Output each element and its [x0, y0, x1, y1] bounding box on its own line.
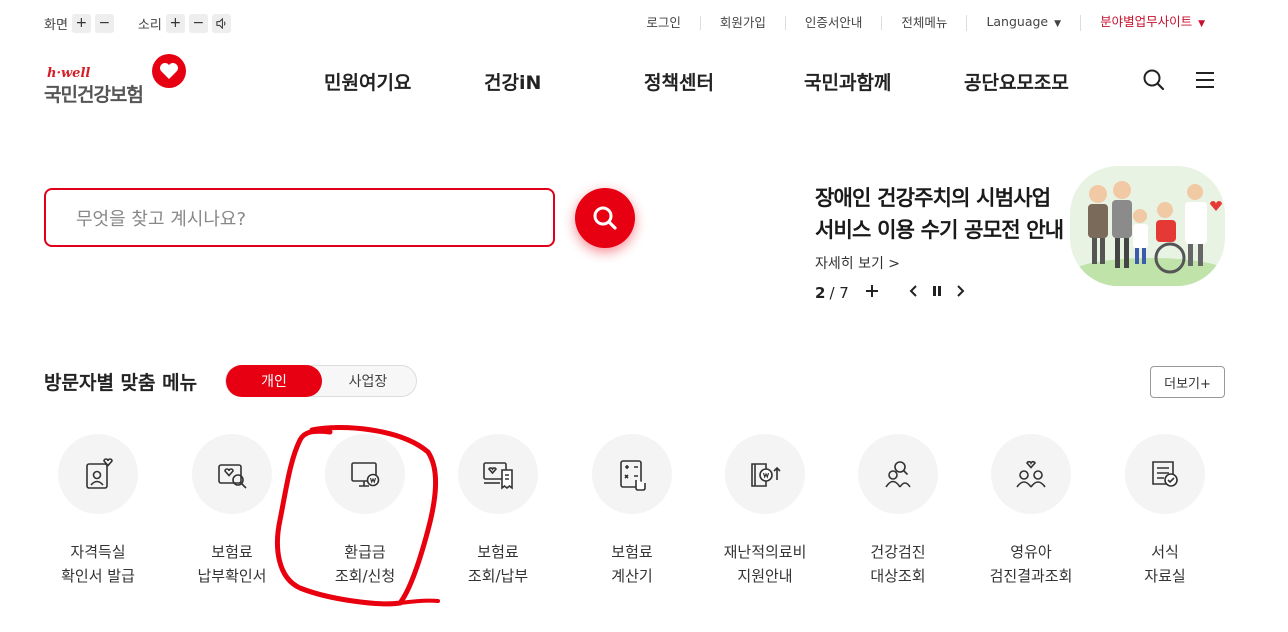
item-label-2: 지원안내: [737, 567, 793, 585]
certificate-icon: [58, 434, 138, 514]
search-button[interactable]: [575, 188, 635, 248]
payment-search-icon: [192, 434, 272, 514]
sound-up-button[interactable]: +: [165, 13, 185, 33]
banner-title-line2: 서비스 이용 수기 공모전 안내: [815, 218, 1064, 242]
sound-label: 소리: [137, 17, 162, 33]
quick-menu-item-catastrophic-medical[interactable]: 재난적의료비지원안내: [705, 434, 825, 588]
plus-icon[interactable]: [865, 284, 879, 302]
quick-menu-item-calculator[interactable]: 보험료계산기: [572, 434, 692, 588]
item-label-1: 환급금: [344, 543, 386, 561]
item-label-2: 대상조회: [870, 567, 926, 585]
screen-label: 화면: [44, 17, 68, 33]
visitor-type-toggle: 개인 사업장: [225, 365, 417, 397]
partner-site-label: 분야별업무사이트: [1100, 14, 1193, 29]
premium-receipt-icon: [458, 434, 538, 514]
main-nav: 민원여기요 건강iN 정책센터 국민과함께 공단요모조모: [0, 68, 1288, 94]
banner-pager: 2 / 7: [815, 284, 965, 302]
signup-link[interactable]: 회원가입: [699, 16, 785, 30]
login-link[interactable]: 로그인: [627, 16, 700, 30]
item-label-1: 보험료: [211, 543, 253, 561]
caret-down-icon: ▼: [1054, 19, 1062, 29]
caret-down-icon: ▼: [1198, 19, 1205, 29]
partner-site-select[interactable]: 분야별업무사이트 ▼: [1080, 15, 1224, 31]
banner-illustration: [1070, 166, 1225, 286]
item-label-1: 건강검진: [870, 543, 926, 561]
tab-business[interactable]: 사업장: [320, 366, 416, 396]
pause-icon[interactable]: [931, 284, 943, 302]
item-label-2: 조회/신청: [334, 567, 396, 585]
banner-page-total: / 7: [829, 284, 849, 302]
medical-support-icon: [725, 434, 805, 514]
banner-title-line1: 장애인 건강주치의 시범사업: [815, 186, 1051, 210]
certificate-guide-link[interactable]: 인증서안내: [784, 16, 882, 30]
accessibility-controls: 화면 + − 소리 + −: [44, 13, 249, 33]
infant-checkup-icon: [991, 434, 1071, 514]
screen-zoom-group: 화면 + −: [44, 13, 114, 33]
checkup-people-icon: [858, 434, 938, 514]
chevron-right-icon[interactable]: [955, 284, 965, 302]
search-icon[interactable]: [1142, 68, 1166, 92]
visitor-menu-title: 방문자별 맞춤 메뉴: [44, 372, 198, 394]
hamburger-menu-icon[interactable]: [1194, 68, 1218, 92]
all-menu-link[interactable]: 전체메뉴: [881, 16, 966, 30]
item-label-2: 조회/납부: [467, 567, 529, 585]
item-label-1: 서식: [1151, 543, 1179, 561]
item-label-1: 보험료: [477, 543, 519, 561]
nav-item-health[interactable]: 건강iN: [484, 68, 541, 95]
search-input[interactable]: 무엇을 찾고 계시나요?: [44, 188, 555, 247]
sound-group: 소리 + −: [137, 13, 231, 33]
forms-icon: [1125, 434, 1205, 514]
quick-menu-item-infant-checkup[interactable]: 영유아검진결과조회: [971, 434, 1091, 588]
screen-zoom-out-button[interactable]: −: [94, 13, 114, 33]
nav-item-about[interactable]: 공단요모조모: [964, 68, 1069, 95]
sound-down-button[interactable]: −: [188, 13, 208, 33]
calculator-icon: [592, 434, 672, 514]
item-label-2: 검진결과조회: [989, 567, 1073, 585]
item-label-2: 계산기: [611, 567, 653, 585]
language-label: Language: [986, 14, 1049, 29]
tab-personal[interactable]: 개인: [226, 365, 322, 397]
quick-menu-item-forms[interactable]: 서식자료실: [1105, 434, 1225, 588]
item-label-1: 자격득실: [70, 543, 126, 561]
item-label-1: 보험료: [611, 543, 653, 561]
more-button[interactable]: 더보기+: [1150, 366, 1225, 398]
quick-menu-item-refund[interactable]: 환급금조회/신청: [305, 434, 425, 588]
search-icon: [593, 206, 617, 230]
banner-page-current: 2: [815, 284, 826, 302]
screen-zoom-in-button[interactable]: +: [71, 13, 91, 33]
utility-links: 로그인 회원가입 인증서안내 전체메뉴 Language ▼ 분야별업무사이트 ▼: [627, 15, 1224, 31]
language-select[interactable]: Language ▼: [966, 15, 1080, 31]
nav-item-policy[interactable]: 정책센터: [644, 68, 714, 95]
speaker-icon[interactable]: [211, 13, 231, 33]
search-placeholder: 무엇을 찾고 계시나요?: [76, 208, 247, 230]
item-label-2: 확인서 발급: [61, 567, 135, 585]
item-label-2: 자료실: [1144, 567, 1186, 585]
quick-menu-item-premium-pay[interactable]: 보험료조회/납부: [438, 434, 558, 588]
item-label-1: 재난적의료비: [723, 543, 807, 561]
quick-menu-item-payment-confirm[interactable]: 보험료납부확인서: [172, 434, 292, 588]
banner-title[interactable]: 장애인 건강주치의 시범사업 서비스 이용 수기 공모전 안내: [815, 182, 1064, 246]
quick-menu-item-qualification[interactable]: 자격득실확인서 발급: [38, 434, 158, 588]
item-label-2: 납부확인서: [197, 567, 267, 585]
item-label-1: 영유아: [1010, 543, 1052, 561]
banner-more-link[interactable]: 자세히 보기 >: [815, 253, 900, 273]
refund-monitor-icon: [325, 434, 405, 514]
utility-bar: 화면 + − 소리 + − 로그인 회원가입 인증서안내 전체메뉴 Langua…: [44, 12, 1224, 34]
nav-item-citizen[interactable]: 국민과함께: [804, 68, 891, 95]
nav-item-civil[interactable]: 민원여기요: [324, 68, 411, 95]
quick-menu-item-health-checkup[interactable]: 건강검진대상조회: [838, 434, 958, 588]
chevron-left-icon[interactable]: [909, 284, 919, 302]
